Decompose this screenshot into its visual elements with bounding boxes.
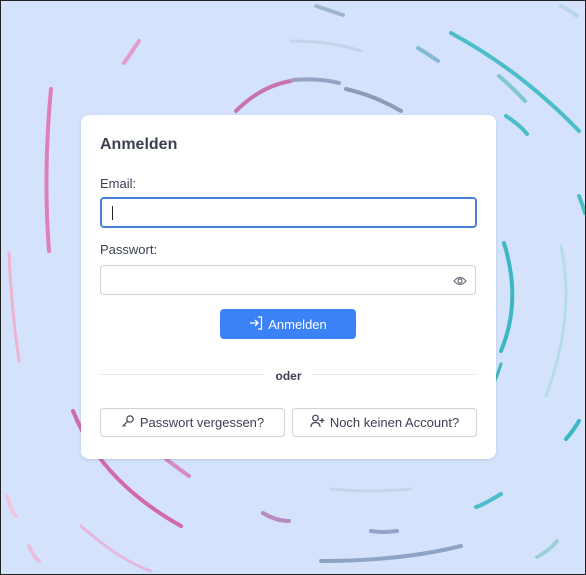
email-field[interactable]: [100, 197, 477, 228]
login-button[interactable]: Anmelden: [220, 309, 356, 339]
login-arrow-icon: [249, 315, 263, 333]
divider-text: oder: [265, 369, 312, 383]
user-plus-icon: [310, 414, 325, 431]
login-page: Anmelden Email: Passwort: Anmelden oder …: [0, 0, 586, 575]
password-label: Passwort:: [100, 242, 158, 257]
forgot-password-label: Passwort vergessen?: [139, 415, 265, 430]
login-card: Anmelden Email: Passwort: Anmelden oder …: [81, 115, 496, 459]
login-button-label: Anmelden: [268, 316, 327, 332]
register-button[interactable]: Noch keinen Account?: [292, 408, 477, 437]
password-field[interactable]: [100, 265, 476, 295]
email-label: Email:: [100, 176, 137, 191]
register-label: Noch keinen Account?: [329, 415, 460, 430]
text-caret: [112, 206, 113, 220]
login-title: Anmelden: [100, 136, 178, 153]
eye-icon[interactable]: [453, 274, 467, 292]
forgot-password-button[interactable]: Passwort vergessen?: [100, 408, 285, 437]
divider: oder: [81, 367, 496, 385]
key-icon: [121, 414, 135, 431]
